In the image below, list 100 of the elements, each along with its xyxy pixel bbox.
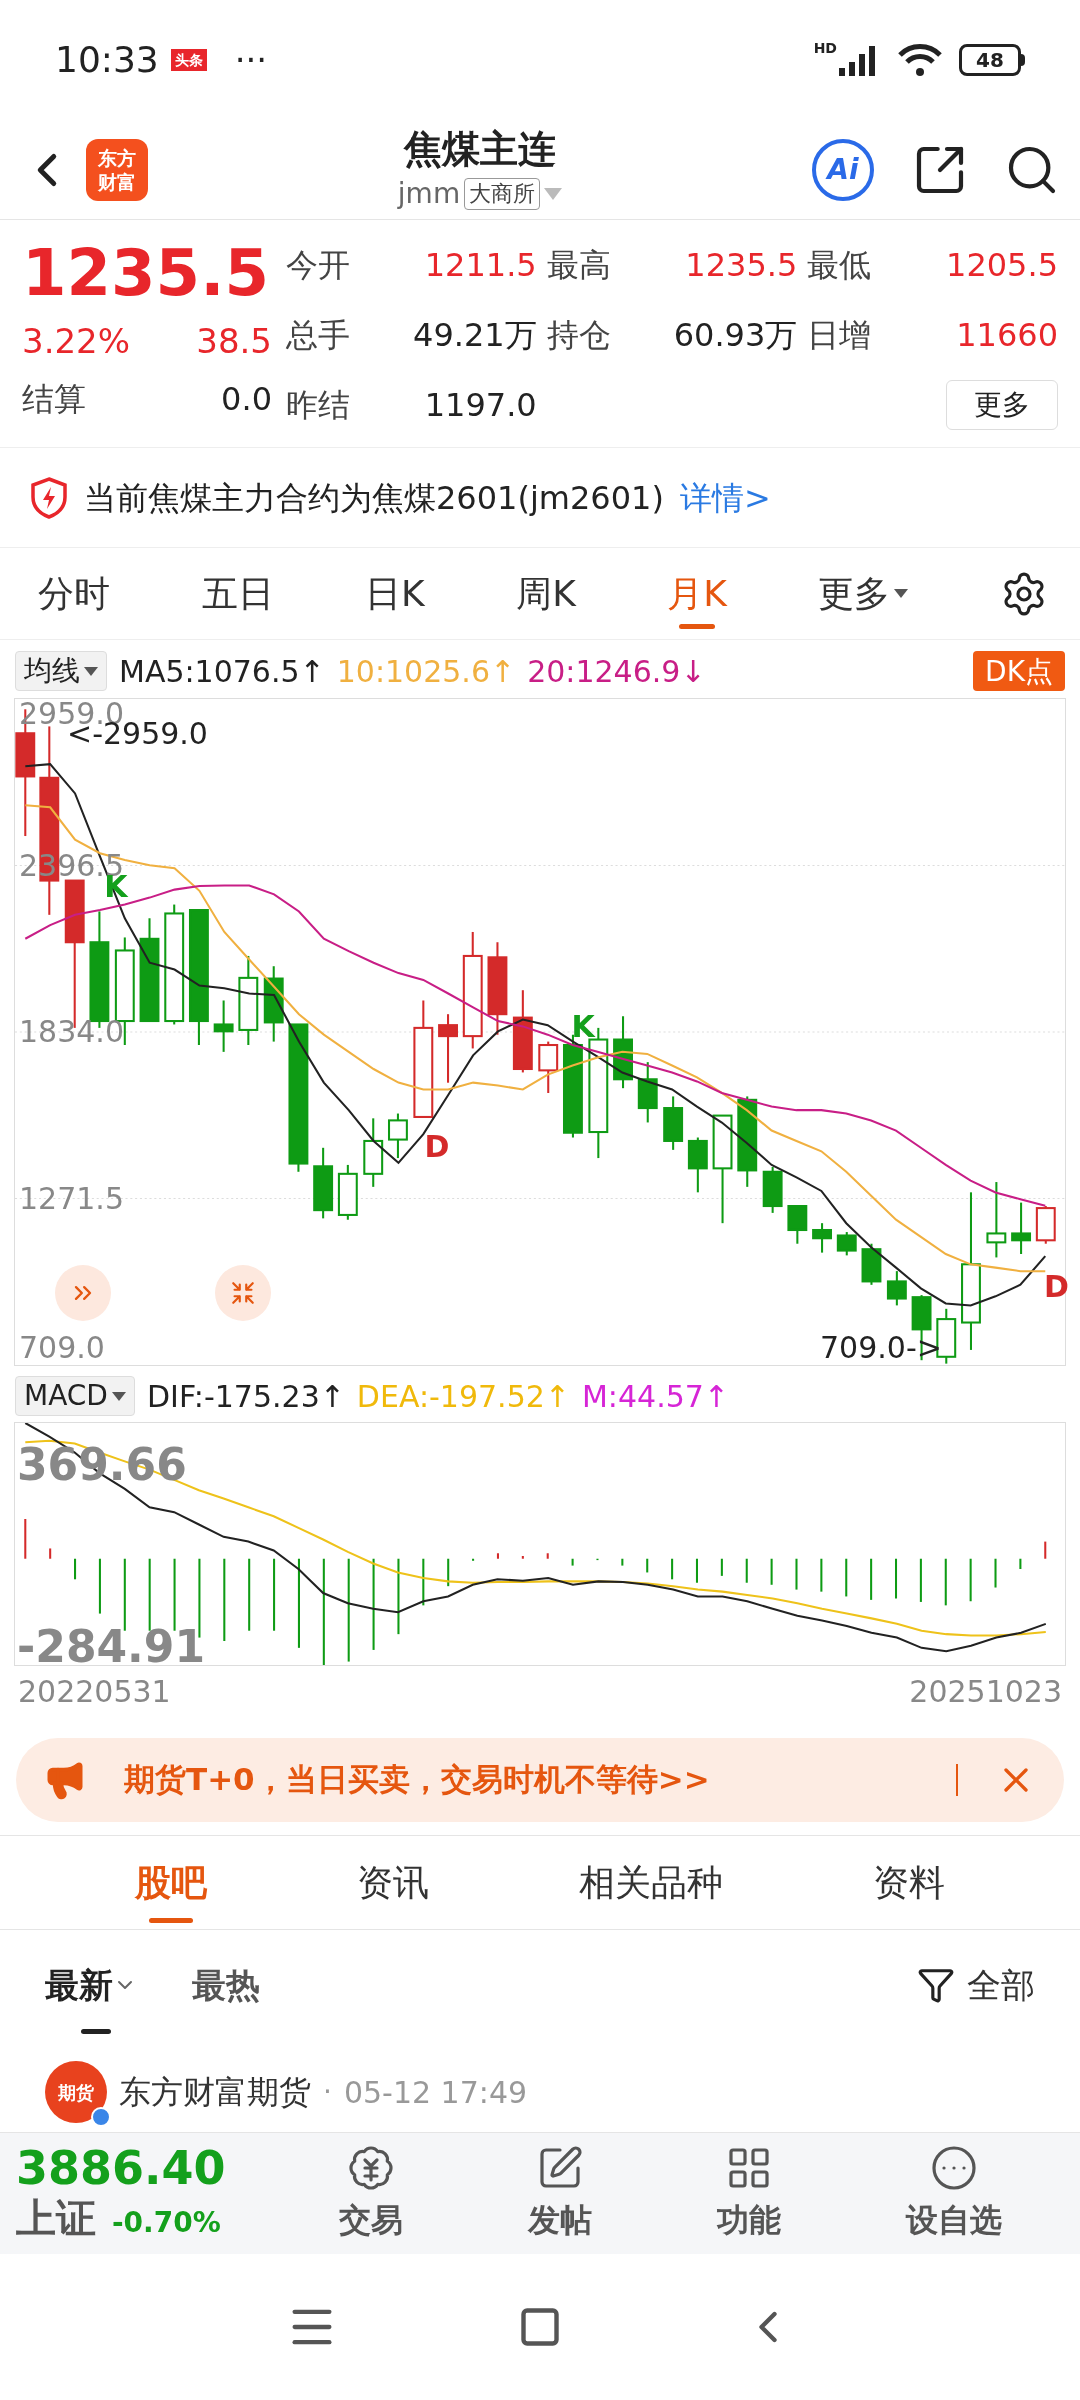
wifi-icon [897,43,943,77]
chart-tab[interactable]: 更多 [818,548,909,639]
contract-title: 焦煤主连 [404,125,556,173]
shield-icon [30,476,68,519]
stat-label: 日增 [807,315,873,356]
toolbar-button[interactable]: 发帖 [527,2143,592,2244]
stat-value: 1235.5 [684,245,798,286]
toolbar-button[interactable]: 交易 [338,2143,403,2244]
section-tab[interactable]: 股吧 [135,1836,207,1929]
caret-icon[interactable] [894,589,909,598]
candle [538,1041,559,1093]
candle [363,1118,384,1187]
post-time: 05-12 17:49 [343,2073,528,2112]
toolbar-button[interactable]: 功能 [716,2143,781,2244]
candle [762,1167,783,1213]
stat-label: 昨结 [286,385,351,426]
candle [687,1137,708,1193]
filter-icon[interactable] [917,1966,955,2004]
price-axis-label: 709.0 [19,1333,105,1363]
macd-value: DEA:-197.52↑ [356,1377,570,1416]
stat-label: 最高 [546,245,612,286]
stat-label: 总手 [286,315,351,356]
candle [787,1205,808,1244]
toolbar-button[interactable]: 设自选 [905,2143,1002,2244]
stat-label: 最低 [807,245,873,286]
index-value: 3886.40 [16,2143,227,2193]
change-percent: 3.22% [22,320,130,363]
signal-mark: K [571,1012,595,1042]
candle [637,1062,658,1123]
candle [213,1000,234,1052]
candle [861,1243,882,1285]
author-avatar[interactable]: 期货 [45,2061,107,2123]
last-price: 1235.5 [22,235,269,312]
index-name: 上证 [16,2194,96,2243]
candle [663,1096,684,1150]
ma-value: 10:1025.6↑ [336,652,516,691]
resize-icon[interactable] [215,1265,271,1321]
candle [886,1271,907,1306]
stat-value: 1205.5 [945,245,1058,286]
ma-value: MA5:1076.5↑ [119,652,325,691]
app-logo: 东方 财富 [86,138,148,201]
chart-tab[interactable]: 周K [516,548,576,639]
candle [1011,1202,1032,1254]
more-icon [929,2143,978,2192]
date-label: 20251023 [909,1672,1062,1711]
exchange-tag[interactable]: 大商所 [464,177,541,210]
contract-code: jmm [397,175,461,212]
candle [836,1232,857,1256]
price-axis-label: 1834.0 [19,1017,124,1047]
selected-underline [679,624,715,629]
candle [337,1164,358,1220]
candle [1035,1206,1056,1244]
ma-value: 20:1246.9↓ [527,652,706,691]
section-tab[interactable]: 资料 [873,1836,945,1929]
more-button[interactable]: 更多 [946,380,1058,430]
ai-button[interactable]: Ai [812,138,874,201]
chart-tab[interactable]: 分时 [38,548,110,639]
section-tab[interactable]: 相关品种 [579,1836,723,1929]
notice-text: 当前焦煤主力合约为焦煤2601(jm2601) [84,477,664,519]
network-type: HD [813,38,837,58]
expand-chart-icon[interactable] [55,1265,111,1321]
stat-label: 持仓 [546,315,612,356]
filter-label[interactable]: 全部 [967,1959,1035,2011]
separator-dot: · [323,2074,332,2110]
date-label: 20220531 [18,1672,171,1711]
stat-label: 结算 [22,379,86,420]
candle [313,1147,334,1219]
promo-text: 期货T+0，当日买卖，交易时机不等待>> [124,1760,711,1800]
candle [388,1113,408,1159]
indicator-selector[interactable]: MACD [15,1376,135,1416]
author-name: 东方财富期货 [119,2072,311,2113]
sort-tab[interactable]: 最新 [45,1930,137,2040]
chart-tab[interactable]: 月K [667,548,727,639]
stat-value: 1211.5 [423,245,537,286]
yen-icon [346,2143,395,2192]
stat-value: 49.21万 [412,315,537,356]
home-icon[interactable] [518,2305,562,2349]
selected-underline [149,1918,193,1923]
stat-value: 0.0 [221,379,272,420]
candle [812,1223,832,1253]
macd-axis-label: -284.91 [17,1625,206,1665]
signal-mark: D [424,1131,450,1162]
stat-value: 1197.0 [423,385,537,426]
indicator-selector[interactable]: 均线 [15,651,107,691]
section-tab[interactable]: 资讯 [357,1836,429,1929]
chart-tab[interactable]: 日K [365,548,425,639]
stat-value: 60.93万 [672,315,798,356]
sort-tab[interactable]: 最热 [192,1930,260,2040]
caret-icon[interactable] [111,1391,126,1401]
notification-badge: 头条 [170,49,207,71]
selected-underline [81,2029,111,2034]
signal-mark: D [1044,1271,1069,1302]
price-axis-label: 1271.5 [19,1183,124,1214]
details-link[interactable]: 详情> [679,473,771,522]
change-amount: 38.5 [196,320,272,363]
stat-value: 11660 [955,315,1058,356]
clock: 10:33 [55,38,159,82]
chart-tab[interactable]: 五日 [201,548,274,639]
caret-icon[interactable] [84,666,98,676]
macd-value: M:44.57↑ [581,1377,729,1416]
